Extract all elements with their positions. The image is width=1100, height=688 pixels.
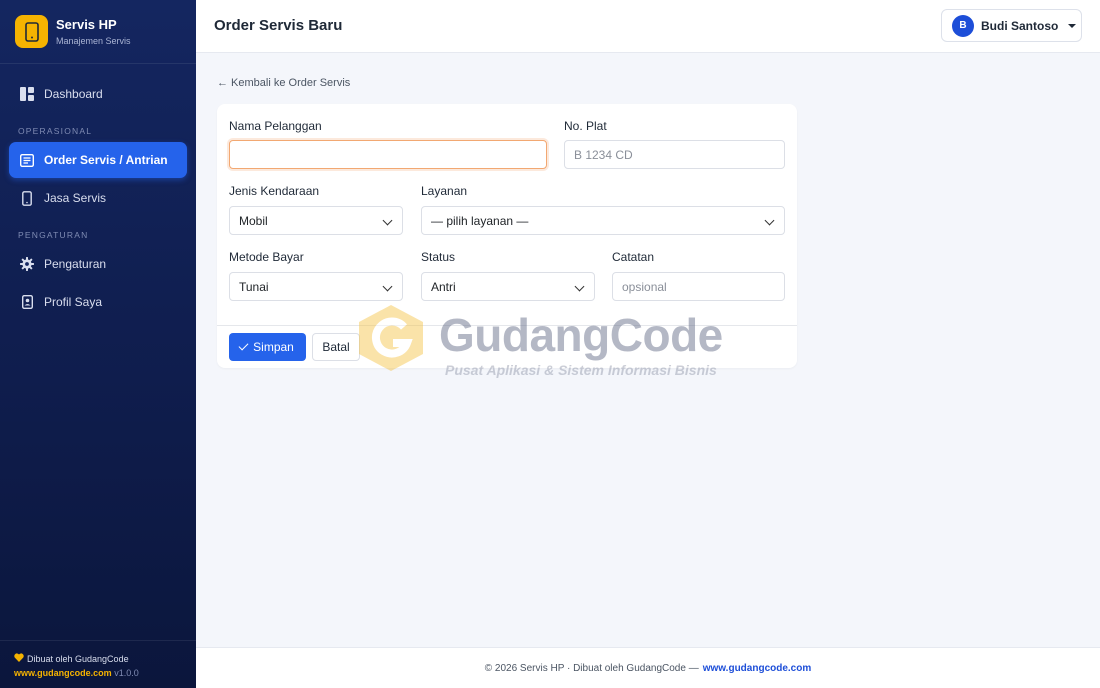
card-divider — [217, 325, 797, 326]
jenis-kendaraan-label: Jenis Kendaraan — [229, 184, 320, 198]
layanan-label: Layanan — [421, 184, 468, 198]
footer-made-by: Dibuat oleh GudangCode — [27, 653, 129, 664]
sidebar-section-operasional: OPERASIONAL — [18, 126, 93, 136]
sidebar-item-label: Dashboard — [44, 87, 103, 101]
catatan-placeholder: opsional — [622, 279, 667, 294]
brand: Servis HP Manajemen Servis — [0, 0, 196, 64]
sidebar-nav: Dashboard OPERASIONAL Order Servis / Ant… — [0, 64, 196, 320]
order-form-card: Nama Pelanggan No. Plat B 1234 CD Jenis … — [217, 104, 797, 368]
nama-pelanggan-label: Nama Pelanggan — [229, 119, 322, 133]
sidebar-item-dashboard[interactable]: Dashboard — [9, 76, 187, 112]
dashboard-icon — [19, 86, 35, 102]
catatan-label: Catatan — [612, 250, 655, 264]
phone-icon — [15, 15, 48, 48]
status-value: Antri — [431, 279, 456, 294]
user-menu-button[interactable]: B Budi Santoso — [941, 9, 1082, 42]
cancel-button-label: Batal — [322, 340, 350, 354]
brand-title: Servis HP — [56, 17, 117, 32]
no-plat-label: No. Plat — [564, 119, 607, 133]
nama-pelanggan-input[interactable] — [229, 140, 547, 169]
catatan-input[interactable]: opsional — [612, 272, 785, 301]
chevron-down-icon — [382, 215, 393, 226]
sidebar: Servis HP Manajemen Servis Dashboard OPE… — [0, 0, 196, 688]
footer-text: © 2026 Servis HP · Dibuat oleh GudangCod… — [484, 662, 699, 674]
sidebar-item-jasa-servis[interactable]: Jasa Servis — [9, 180, 187, 216]
cancel-button[interactable]: Batal — [312, 333, 360, 361]
footer-link[interactable]: www.gudangcode.com — [703, 663, 812, 674]
sidebar-item-pengaturan[interactable]: Pengaturan — [9, 246, 187, 282]
sidebar-item-label: Profil Saya — [44, 295, 103, 309]
id-badge-icon — [19, 294, 35, 310]
check-icon — [238, 340, 249, 351]
footer-website-link[interactable]: www.gudangcode.com — [14, 668, 112, 678]
app-version: v1.0.0 — [114, 668, 139, 678]
chevron-down-icon — [382, 281, 393, 292]
caret-down-icon — [1068, 23, 1077, 28]
jenis-kendaraan-value: Mobil — [239, 213, 268, 228]
sidebar-item-profil[interactable]: Profil Saya — [9, 284, 187, 320]
jenis-kendaraan-select[interactable]: Mobil — [229, 206, 403, 235]
gear-icon — [19, 256, 35, 272]
user-name: Budi Santoso — [981, 18, 1059, 33]
sidebar-footer: Dibuat oleh GudangCode www.gudangcode.co… — [0, 640, 196, 688]
back-link[interactable]: ← Kembali ke Order Servis — [217, 77, 350, 89]
page-title: Order Servis Baru — [214, 17, 343, 34]
layanan-select[interactable]: — pilih layanan — — [421, 206, 785, 235]
save-button[interactable]: Simpan — [229, 333, 306, 361]
sidebar-item-label: Order Servis / Antrian — [44, 153, 168, 167]
metode-bayar-value: Tunai — [239, 279, 269, 294]
no-plat-placeholder: B 1234 CD — [574, 147, 633, 162]
layanan-value: — pilih layanan — — [431, 213, 529, 228]
status-label: Status — [421, 250, 456, 264]
sidebar-item-order-servis[interactable]: Order Servis / Antrian — [9, 142, 187, 178]
sidebar-item-label: Jasa Servis — [44, 191, 107, 205]
list-icon — [19, 152, 35, 168]
sidebar-section-pengaturan: PENGATURAN — [18, 230, 89, 240]
metode-bayar-select[interactable]: Tunai — [229, 272, 403, 301]
sidebar-item-label: Pengaturan — [44, 257, 107, 271]
save-button-label: Simpan — [253, 340, 294, 354]
no-plat-input[interactable]: B 1234 CD — [564, 140, 785, 169]
heart-icon — [14, 653, 24, 664]
chevron-down-icon — [574, 281, 585, 292]
avatar: B — [952, 14, 974, 37]
page-footer: © 2026 Servis HP · Dibuat oleh GudangCod… — [196, 647, 1100, 688]
metode-bayar-label: Metode Bayar — [229, 250, 304, 264]
status-select[interactable]: Antri — [421, 272, 595, 301]
phone-icon — [19, 190, 35, 206]
topbar: Order Servis Baru B Budi Santoso — [196, 0, 1100, 53]
brand-subtitle: Manajemen Servis — [56, 36, 131, 46]
chevron-down-icon — [764, 215, 775, 226]
